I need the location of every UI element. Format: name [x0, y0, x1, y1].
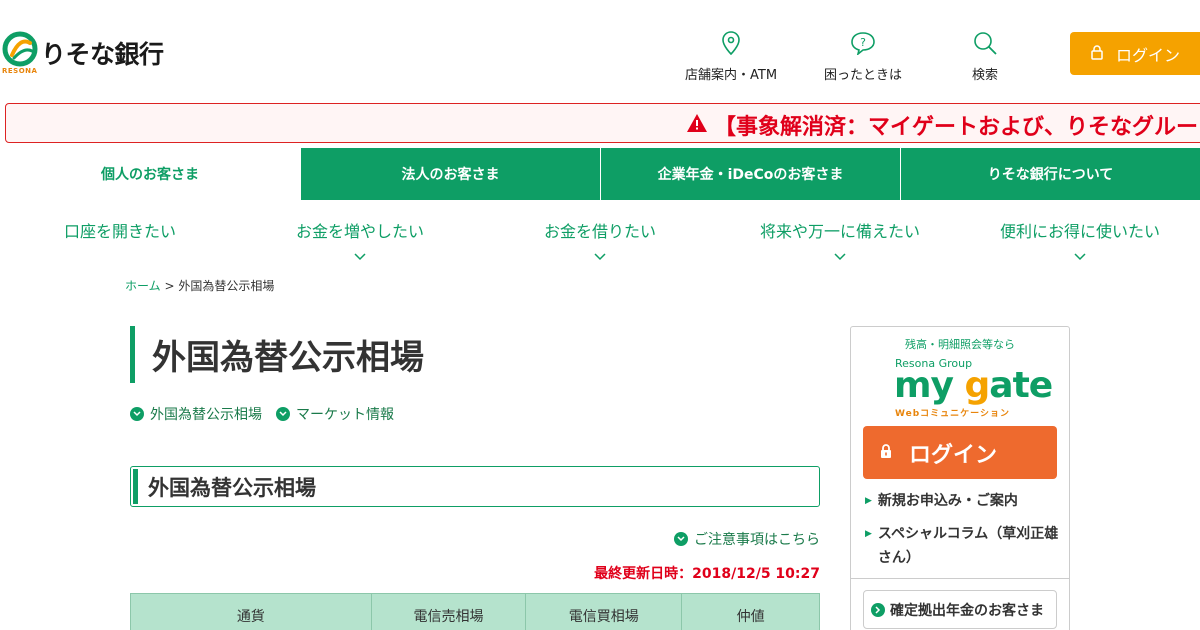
- subnav-prepare[interactable]: 将来や万一に備えたい: [720, 206, 960, 261]
- search-icon: [972, 28, 998, 58]
- mygate-sidebar: 残高・明細照会等なら Resona Group my gate Webコミュニケ…: [850, 326, 1070, 630]
- site-header: りそな銀行 RESONA 店舗案内・ATM ? 困ったときは 検索 ログイン: [0, 0, 1200, 100]
- subnav-borrow[interactable]: お金を借りたい: [480, 206, 720, 261]
- main-navigation: 個人のお客さま 法人のお客さま 企業年金・iDeCoのお客さま りそな銀行につい…: [0, 148, 1200, 200]
- sidebar-link-special-column[interactable]: ▶ スペシャルコラム（草刈正雄さん）: [865, 522, 1061, 570]
- chevron-down-circle-icon: [130, 407, 144, 421]
- question-bubble-icon: ?: [850, 28, 876, 58]
- notice-label: ご注意事項はこちら: [694, 532, 820, 548]
- triangle-right-icon: ▶: [865, 529, 872, 539]
- anchor-label: 外国為替公示相場: [150, 407, 262, 423]
- mygate-login-button[interactable]: ログイン: [863, 426, 1057, 479]
- chevron-down-icon: [354, 246, 366, 261]
- chevron-down-icon: [594, 246, 606, 261]
- col-ttb: 電信買相場: [525, 593, 683, 630]
- triangle-right-icon: ▶: [865, 496, 872, 506]
- last-updated: 最終更新日時：2018/12/5 10:27: [594, 566, 820, 582]
- notice-link[interactable]: ご注意事項はこちら: [674, 529, 820, 549]
- map-pin-icon: [721, 28, 741, 58]
- subnav-convenient[interactable]: 便利にお得に使いたい: [960, 206, 1200, 261]
- breadcrumb-current: 外国為替公示相場: [178, 279, 275, 293]
- page-title: 外国為替公示相場: [130, 326, 424, 383]
- store-atm-label: 店舗案内・ATM: [685, 68, 778, 83]
- mygate-logo-part: ate: [989, 365, 1053, 406]
- subnav-grow-money[interactable]: お金を増やしたい: [240, 206, 480, 261]
- col-middle: 仲値: [681, 593, 820, 630]
- svg-text:?: ?: [860, 36, 866, 49]
- pension-label: 確定拠出年金のお客さま: [890, 602, 1044, 619]
- tab-personal[interactable]: 個人のお客さま: [0, 148, 300, 200]
- chevron-down-circle-icon: [674, 532, 688, 546]
- mygate-login-label: ログイン: [909, 442, 998, 468]
- section-title: 外国為替公示相場: [130, 466, 820, 507]
- lock-icon: [879, 440, 893, 465]
- chevron-right-circle-icon: [871, 602, 885, 617]
- sidebar-link-new-application[interactable]: ▶ 新規お申込み・ご案内: [865, 489, 1061, 513]
- page-anchor-links: 外国為替公示相場 マーケット情報: [130, 404, 394, 424]
- alert-text: 【事象解消済：マイゲートおよび、りそなグルー: [714, 115, 1199, 140]
- incident-alert-banner[interactable]: 【事象解消済：マイゲートおよび、りそなグルー: [5, 103, 1200, 143]
- sub-navigation: 口座を開きたい お金を増やしたい お金を借りたい 将来や万一に備えたい 便利にお…: [0, 206, 1200, 261]
- help-label: 困ったときは: [824, 68, 903, 83]
- header-login-button[interactable]: ログイン: [1070, 32, 1200, 75]
- col-tts: 電信売相場: [370, 593, 527, 630]
- warning-icon: [686, 113, 708, 137]
- mygate-logo-part: my: [894, 365, 965, 406]
- anchor-market-info[interactable]: マーケット情報: [276, 404, 394, 424]
- col-currency: 通貨: [130, 593, 372, 630]
- mygate-logo[interactable]: my gate: [894, 365, 1053, 406]
- brand-logo[interactable]: りそな銀行: [2, 31, 164, 71]
- breadcrumb: ホーム > 外国為替公示相場: [125, 277, 274, 294]
- breadcrumb-home[interactable]: ホーム: [125, 279, 161, 293]
- sidebar-link-label: 新規お申込み・ご案内: [877, 493, 1018, 509]
- anchor-fx-rates[interactable]: 外国為替公示相場: [130, 404, 262, 424]
- chevron-down-icon: [834, 246, 846, 261]
- lock-icon: [1090, 44, 1104, 64]
- tab-about[interactable]: りそな銀行について: [900, 148, 1200, 200]
- resona-mark-icon: [2, 31, 38, 67]
- anchor-label: マーケット情報: [296, 407, 394, 423]
- brand-sub: RESONA: [2, 67, 38, 75]
- chevron-down-circle-icon: [276, 407, 290, 421]
- subnav-label: 便利にお得に使いたい: [999, 222, 1160, 241]
- mygate-logo-part: g: [964, 365, 991, 406]
- subnav-label: お金を借りたい: [543, 222, 656, 241]
- sidebar-caption: 残高・明細照会等なら: [905, 338, 1015, 351]
- brand-name: りそな銀行: [41, 40, 164, 69]
- header-login-label: ログイン: [1115, 45, 1180, 65]
- tab-corporate[interactable]: 法人のお客さま: [300, 148, 600, 200]
- subnav-label: お金を増やしたい: [295, 222, 424, 241]
- help-link[interactable]: ? 困ったときは: [824, 28, 902, 83]
- chevron-down-icon: [1074, 246, 1086, 261]
- pension-customer-button[interactable]: 確定拠出年金のお客さま: [863, 590, 1057, 629]
- table-header-row: 通貨 電信売相場 電信買相場 仲値: [130, 593, 820, 630]
- subnav-label: 口座を開きたい: [63, 222, 176, 241]
- sidebar-link-label: スペシャルコラム（草刈正雄さん）: [877, 526, 1059, 566]
- tab-pension-ideco[interactable]: 企業年金・iDeCoのお客さま: [600, 148, 900, 200]
- breadcrumb-separator: >: [164, 279, 175, 293]
- subnav-label: 将来や万一に備えたい: [759, 222, 920, 241]
- subnav-open-account[interactable]: 口座を開きたい: [0, 206, 240, 256]
- mygate-sub: Webコミュニケーション: [895, 409, 1010, 419]
- sidebar-divider: [851, 578, 1069, 579]
- fx-rate-table: 通貨 電信売相場 電信買相場 仲値: [130, 593, 820, 630]
- search-link[interactable]: 検索: [972, 28, 998, 83]
- search-label: 検索: [972, 68, 999, 83]
- store-atm-link[interactable]: 店舗案内・ATM: [685, 28, 777, 83]
